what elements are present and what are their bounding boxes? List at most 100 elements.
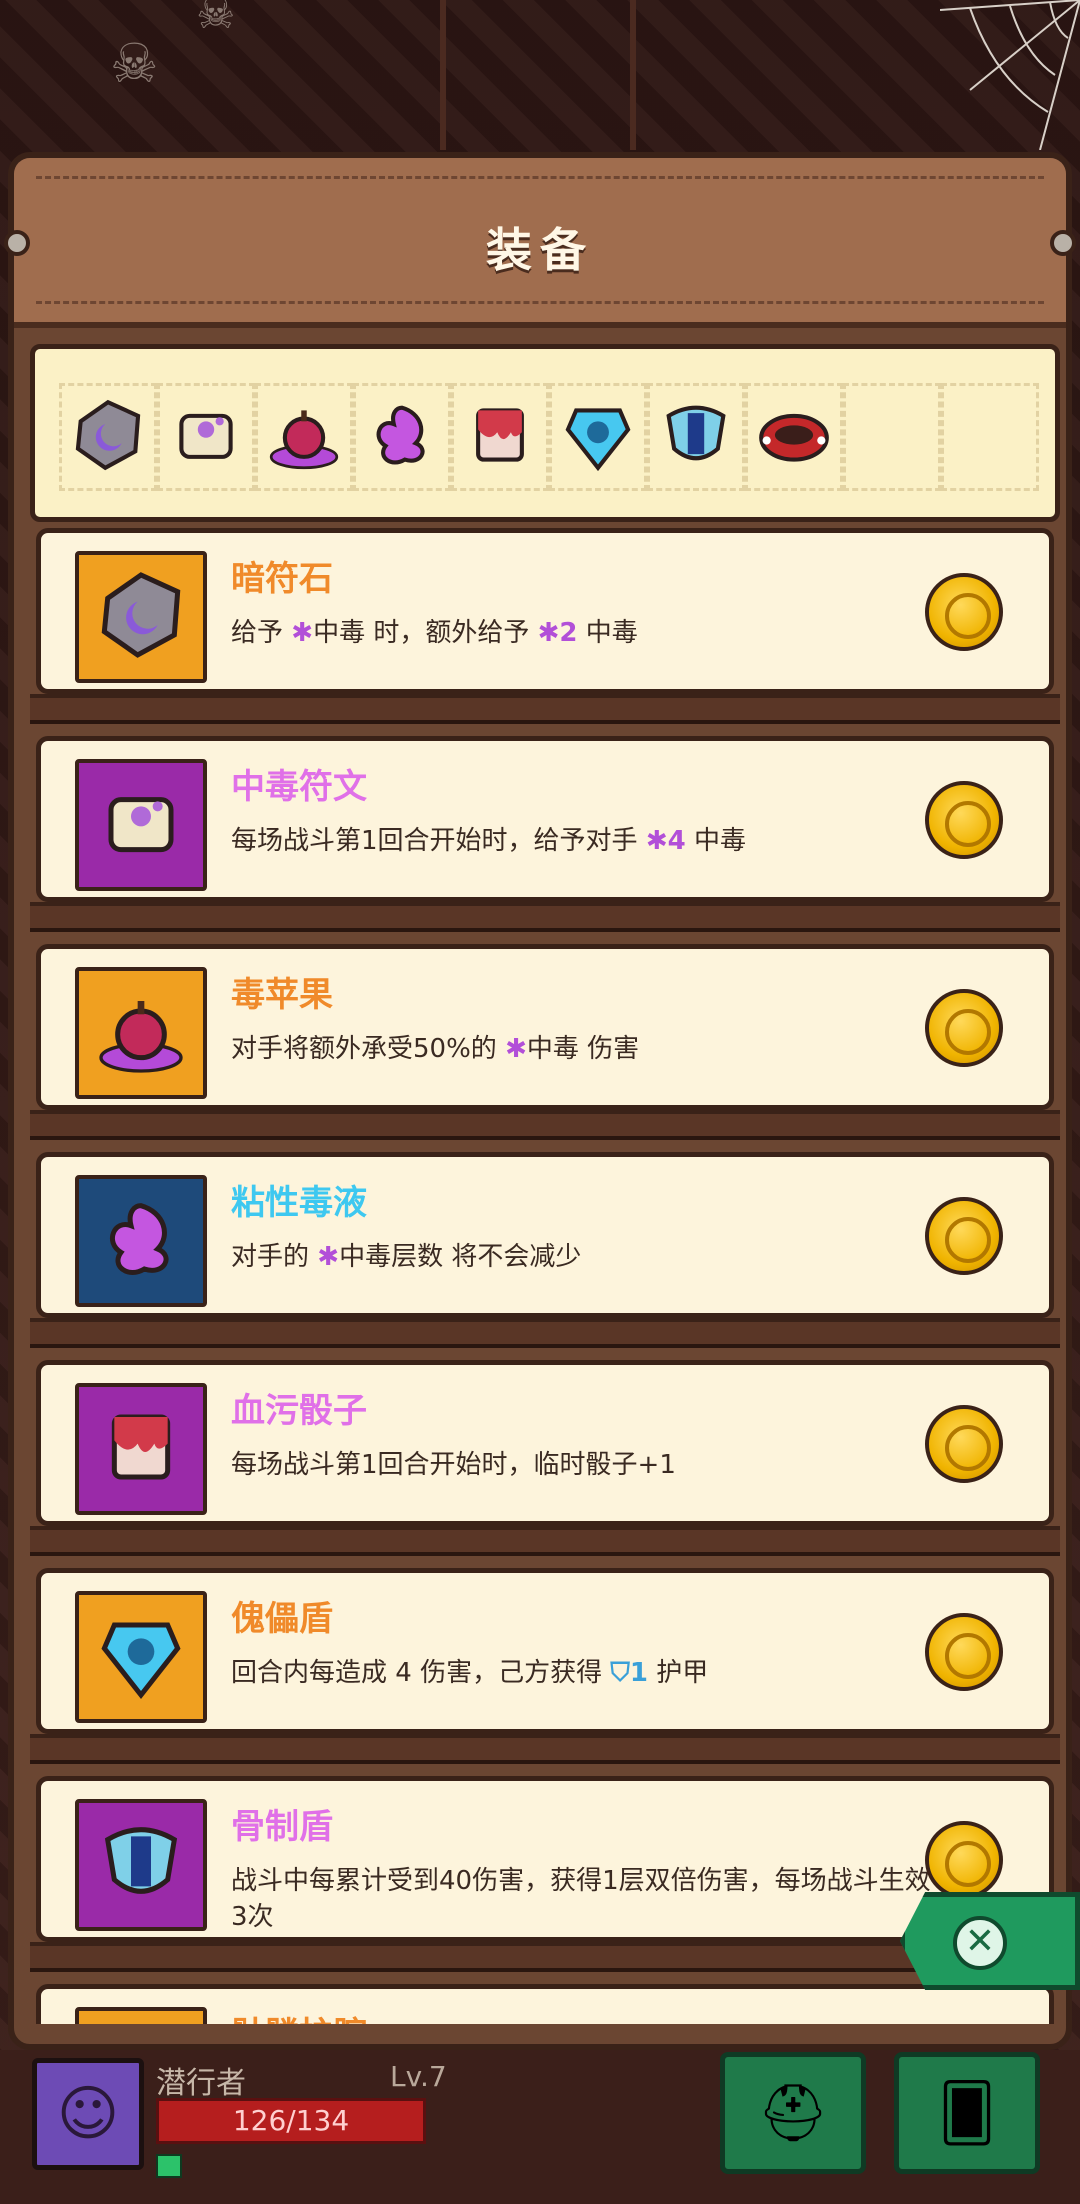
hanging-rope bbox=[440, 0, 446, 150]
item-icon-frame bbox=[75, 967, 207, 1099]
poison-apple-icon bbox=[263, 394, 345, 480]
equipment-slot[interactable] bbox=[549, 383, 647, 491]
description-text: 对手的 bbox=[231, 1242, 318, 1272]
item-name: 粘性毒液 bbox=[231, 1183, 367, 1223]
shelf-divider bbox=[30, 1110, 1060, 1140]
item-card[interactable]: 血污骰子每场战斗第1回合开始时，临时骰子+1 bbox=[36, 1360, 1054, 1526]
item-name: 骨制盾 bbox=[231, 1807, 333, 1847]
item-card[interactable]: 毒苹果对手将额外承受50%的 ✱中毒 伤害 bbox=[36, 944, 1054, 1110]
hanging-rope bbox=[630, 0, 636, 150]
dark-rune-stone-icon bbox=[91, 565, 191, 669]
bone-shield-icon bbox=[91, 1813, 191, 1917]
armor-icon: ⛉1 bbox=[610, 1658, 648, 1688]
item-card[interactable]: 中毒符文 每场战斗第1回合开始时，给予对手 ✱4 中毒 bbox=[36, 736, 1054, 902]
equipment-slot[interactable] bbox=[647, 383, 745, 491]
item-name: 骷髅护腕 bbox=[231, 2007, 367, 2024]
description-text: 回合内每造成 4 伤害，己方获得 bbox=[231, 1658, 611, 1688]
header-stitching bbox=[36, 301, 1044, 304]
empty-equipment-slot[interactable] bbox=[843, 383, 941, 491]
item-card[interactable]: 骨制盾战斗中每累计受到40伤害，获得1层双倍伤害，每场战斗生效3次 bbox=[36, 1776, 1054, 1942]
player-bar: ☺ 潜行者 Lv.7 126/134 ⛑ 🂠 bbox=[0, 2050, 1080, 2204]
coin-icon[interactable] bbox=[925, 989, 1003, 1067]
shelf-divider bbox=[30, 1526, 1060, 1556]
shelf-divider bbox=[30, 694, 1060, 724]
spiked-bracelet-icon bbox=[91, 2021, 191, 2024]
shelf-divider bbox=[30, 1734, 1060, 1764]
list-item[interactable]: 粘性毒液对手的 ✱中毒层数 将不会减少 bbox=[30, 1152, 1060, 1360]
shelf-divider bbox=[30, 902, 1060, 932]
equipment-slot[interactable] bbox=[451, 383, 549, 491]
item-name: 血污骰子 bbox=[231, 1391, 367, 1431]
player-name: 潜行者 bbox=[156, 2066, 246, 2101]
equipment-slot[interactable] bbox=[353, 383, 451, 491]
skull-icon: ☠ bbox=[196, 0, 236, 39]
list-item[interactable]: 暗符石 给予 ✱中毒 时，额外给予 ✱2 中毒 bbox=[30, 528, 1060, 736]
poison-icon: ✱ bbox=[317, 1242, 340, 1272]
item-card[interactable]: 粘性毒液对手的 ✱中毒层数 将不会减少 bbox=[36, 1152, 1054, 1318]
description-text: 中毒 bbox=[577, 618, 638, 648]
description-text: 战斗中每累计受到40伤害，获得1层双倍伤害，每场战斗生效3次 bbox=[231, 1866, 931, 1932]
empty-equipment-slot[interactable] bbox=[941, 383, 1039, 491]
coin-icon[interactable] bbox=[925, 1821, 1003, 1899]
item-icon-frame bbox=[75, 1591, 207, 1723]
equipment-slot[interactable] bbox=[745, 383, 843, 491]
list-item[interactable]: 骨制盾战斗中每累计受到40伤害，获得1层双倍伤害，每场战斗生效3次 bbox=[30, 1776, 1060, 1984]
equipment-strip bbox=[30, 344, 1060, 522]
item-card[interactable]: 傀儡盾 回合内每造成 4 伤害，己方获得 ⛉1 护甲 bbox=[36, 1568, 1054, 1734]
list-item[interactable]: 傀儡盾 回合内每造成 4 伤害，己方获得 ⛉1 护甲 bbox=[30, 1568, 1060, 1776]
coin-icon[interactable] bbox=[925, 1405, 1003, 1483]
coin-icon[interactable] bbox=[925, 1613, 1003, 1691]
coin-icon[interactable] bbox=[925, 573, 1003, 651]
sticky-venom-icon bbox=[91, 1189, 191, 1293]
equipment-slot[interactable] bbox=[157, 383, 255, 491]
cards-button[interactable]: 🂠 bbox=[894, 2052, 1040, 2174]
item-description: 回合内每造成 4 伤害，己方获得 ⛉1 护甲 bbox=[231, 1655, 931, 1691]
item-name: 暗符石 bbox=[231, 559, 333, 599]
skull-icon: ☠ bbox=[110, 32, 159, 95]
list-item[interactable]: 血污骰子每场战斗第1回合开始时，临时骰子+1 bbox=[30, 1360, 1060, 1568]
puppet-shield-icon bbox=[91, 1605, 191, 1709]
equipment-slot[interactable] bbox=[255, 383, 353, 491]
panel-header: 装备 bbox=[4, 158, 1076, 328]
description-text: 每场战斗第1回合开始时，临时骰子+1 bbox=[231, 1450, 676, 1480]
bone-shield-icon bbox=[655, 394, 737, 480]
poison-icon: ✱ bbox=[505, 1034, 527, 1064]
equipment-slot[interactable] bbox=[59, 383, 157, 491]
poison-apple-icon bbox=[91, 981, 191, 1085]
item-description: 对手将额外承受50%的 ✱中毒 伤害 bbox=[231, 1031, 931, 1067]
item-card[interactable]: 暗符石 给予 ✱中毒 时，额外给予 ✱2 中毒 bbox=[36, 528, 1054, 694]
helmet-icon: ⛑ bbox=[757, 2081, 829, 2146]
coin-icon[interactable] bbox=[925, 1197, 1003, 1275]
bloody-dice-icon bbox=[459, 394, 541, 480]
description-text: 给予 bbox=[231, 618, 292, 648]
item-description: 对手的 ✱中毒层数 将不会减少 bbox=[231, 1239, 931, 1275]
dark-rune-stone-icon bbox=[67, 394, 149, 480]
item-list[interactable]: 暗符石 给予 ✱中毒 时，额外给予 ✱2 中毒 中毒符文 每场战斗第1回合开始时，给予… bbox=[30, 528, 1060, 2024]
item-name: 中毒符文 bbox=[231, 767, 367, 807]
coin-icon[interactable] bbox=[925, 781, 1003, 859]
avatar[interactable]: ☺ bbox=[32, 2058, 144, 2170]
list-item[interactable]: 中毒符文 每场战斗第1回合开始时，给予对手 ✱4 中毒 bbox=[30, 736, 1060, 944]
item-card[interactable]: 骷髅护腕 bbox=[36, 1984, 1054, 2024]
poison-icon: ✱2 bbox=[537, 618, 578, 648]
panel-title: 装备 bbox=[486, 223, 594, 277]
list-item[interactable]: 骷髅护腕 bbox=[30, 1984, 1060, 2024]
equipment-button[interactable]: ⛑ bbox=[720, 2052, 866, 2174]
bloody-dice-icon bbox=[91, 1397, 191, 1501]
poison-icon: ✱ bbox=[291, 618, 314, 648]
header-stitching bbox=[36, 176, 1044, 179]
sticky-venom-icon bbox=[361, 394, 443, 480]
item-description: 每场战斗第1回合开始时，临时骰子+1 bbox=[231, 1447, 931, 1483]
item-description: 战斗中每累计受到40伤害，获得1层双倍伤害，每场战斗生效3次 bbox=[231, 1863, 931, 1935]
spiked-bracelet-icon bbox=[753, 394, 835, 480]
item-icon-frame bbox=[75, 1799, 207, 1931]
hp-bar: 126/134 bbox=[156, 2098, 426, 2144]
description-text: 护甲 bbox=[647, 1658, 709, 1688]
close-button[interactable]: ✕ bbox=[953, 1916, 1007, 1970]
description-text: 每场战斗第1回合开始时，给予对手 bbox=[231, 826, 646, 856]
item-name: 毒苹果 bbox=[231, 975, 333, 1015]
item-icon-frame bbox=[75, 551, 207, 683]
description-text: 对手将额外承受50%的 bbox=[231, 1034, 506, 1064]
description-text: 中毒 伤害 bbox=[526, 1034, 640, 1064]
list-item[interactable]: 毒苹果对手将额外承受50%的 ✱中毒 伤害 bbox=[30, 944, 1060, 1152]
